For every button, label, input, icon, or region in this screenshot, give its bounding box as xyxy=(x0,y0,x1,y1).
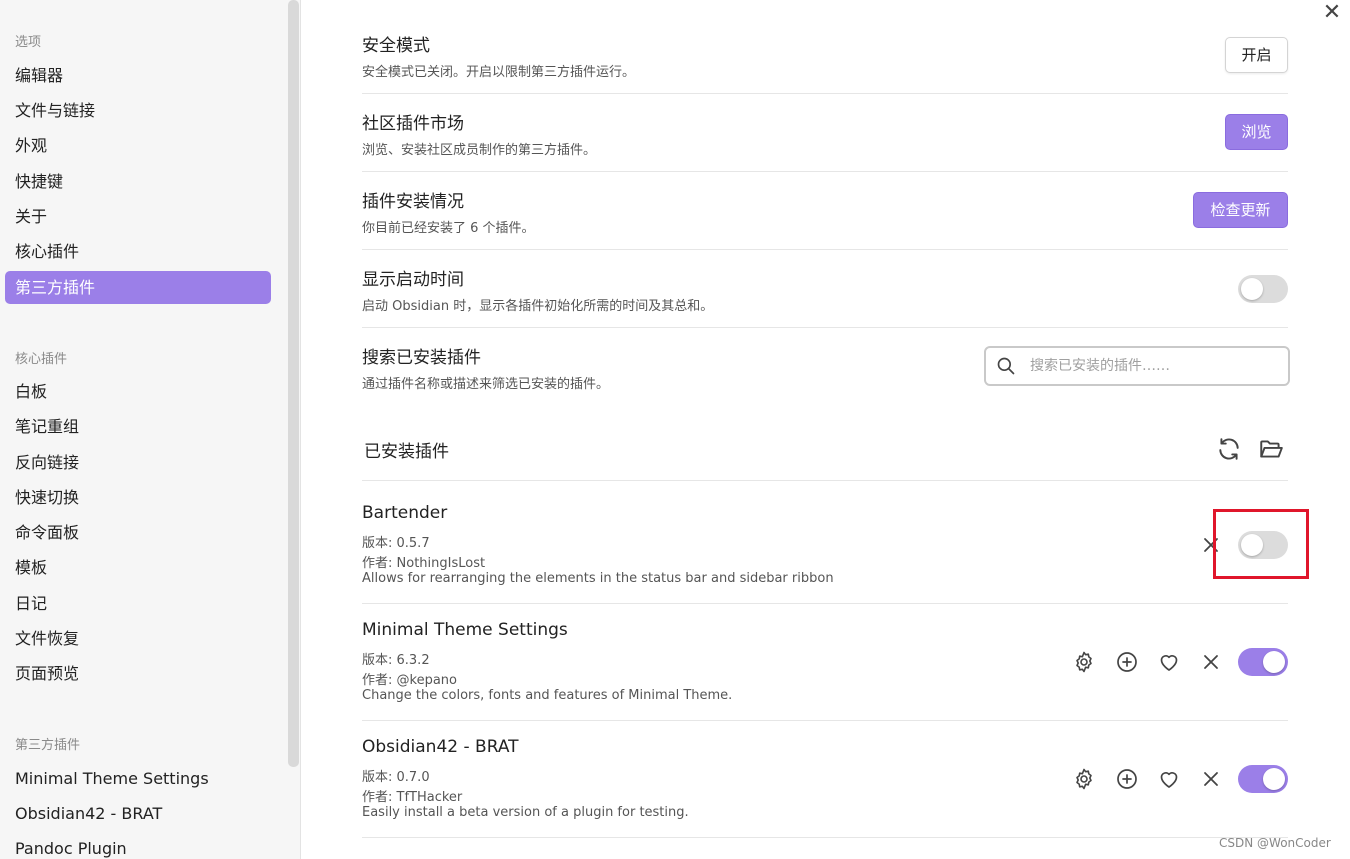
plugin-description: Allows for rearranging the elements in t… xyxy=(362,571,834,586)
sidebar-item-pandoc[interactable]: Pandoc Plugin xyxy=(5,832,271,859)
plugin-item-bartender: Bartender 版本: 0.5.7 作者: NothingIsLost Al… xyxy=(362,481,1288,604)
sidebar-item-quick-switcher[interactable]: 快速切换 xyxy=(5,481,271,514)
watermark: CSDN @WonCoder xyxy=(1219,836,1331,850)
installed-desc: 你目前已经安装了 6 个插件。 xyxy=(362,221,535,236)
heart-icon[interactable] xyxy=(1157,650,1181,674)
add-hotkey-icon[interactable] xyxy=(1115,767,1139,791)
check-updates-button[interactable]: 检查更新 xyxy=(1193,192,1288,228)
startup-title: 显示启动时间 xyxy=(362,270,464,290)
plugin-version: 版本: 6.3.2 xyxy=(362,653,430,668)
search-title: 搜索已安装插件 xyxy=(362,348,481,368)
sidebar-item-about[interactable]: 关于 xyxy=(5,200,271,233)
refresh-icon[interactable] xyxy=(1216,436,1242,462)
plugin-item-brat: Obsidian42 - BRAT 版本: 0.7.0 作者: TfTHacke… xyxy=(362,721,1288,838)
setting-community-market: 社区插件市场 浏览、安装社区成员制作的第三方插件。 浏览 xyxy=(362,94,1288,172)
search-icon xyxy=(997,357,1015,375)
setting-startup-time: 显示启动时间 启动 Obsidian 时，显示各插件初始化所需的时间及其总和。 xyxy=(362,250,1288,328)
plugin-item-minimal-theme-settings: Minimal Theme Settings 版本: 6.3.2 作者: @ke… xyxy=(362,604,1288,721)
plugin-name: Bartender xyxy=(362,503,448,523)
sidebar-item-backlinks[interactable]: 反向链接 xyxy=(5,446,271,479)
plugin-version: 版本: 0.5.7 xyxy=(362,536,430,551)
market-desc: 浏览、安装社区成员制作的第三方插件。 xyxy=(362,143,597,158)
plugin-author: 作者: NothingIsLost xyxy=(362,556,486,571)
third-party-header: 第三方插件 xyxy=(15,738,81,753)
browse-button[interactable]: 浏览 xyxy=(1225,114,1288,150)
sidebar-item-editor[interactable]: 编辑器 xyxy=(5,59,271,92)
sidebar-item-appearance[interactable]: 外观 xyxy=(5,129,271,162)
plugin-author: 作者: TfTHacker xyxy=(362,790,463,805)
plugin-author: 作者: @kepano xyxy=(362,673,457,688)
sidebar-item-community-plugins[interactable]: 第三方插件 xyxy=(5,271,271,304)
sidebar-item-command-palette[interactable]: 命令面板 xyxy=(5,516,271,549)
installed-title: 插件安装情况 xyxy=(362,192,464,212)
settings-content: 安全模式 安全模式已关闭。开启以限制第三方插件运行。 开启 社区插件市场 浏览、… xyxy=(302,0,1350,859)
options-header: 选项 xyxy=(15,35,42,50)
sidebar-item-daily-notes[interactable]: 日记 xyxy=(5,587,271,620)
sidebar-item-canvas[interactable]: 白板 xyxy=(5,375,271,408)
search-desc: 通过插件名称或描述来筛选已安装的插件。 xyxy=(362,377,610,392)
sidebar-item-page-preview[interactable]: 页面预览 xyxy=(5,657,271,690)
sidebar-item-hotkeys[interactable]: 快捷键 xyxy=(5,165,271,198)
plugin-description: Easily install a beta version of a plugi… xyxy=(362,805,689,820)
setting-installed-count: 插件安装情况 你目前已经安装了 6 个插件。 检查更新 xyxy=(362,172,1288,250)
plugin-name: Obsidian42 - BRAT xyxy=(362,737,519,757)
plugin-name: Minimal Theme Settings xyxy=(362,620,568,640)
uninstall-icon[interactable] xyxy=(1199,650,1223,674)
plugin-version: 版本: 0.7.0 xyxy=(362,770,430,785)
add-hotkey-icon[interactable] xyxy=(1115,650,1139,674)
sidebar-item-file-recovery[interactable]: 文件恢复 xyxy=(5,622,271,655)
gear-icon[interactable] xyxy=(1072,767,1096,791)
sidebar-item-files-links[interactable]: 文件与链接 xyxy=(5,94,271,127)
sidebar-item-minimal-theme-settings[interactable]: Minimal Theme Settings xyxy=(5,762,271,795)
gear-icon[interactable] xyxy=(1072,650,1096,674)
startup-desc: 启动 Obsidian 时，显示各插件初始化所需的时间及其总和。 xyxy=(362,299,714,314)
setting-safe-mode: 安全模式 安全模式已关闭。开启以限制第三方插件运行。 开启 xyxy=(362,22,1288,94)
search-input[interactable] xyxy=(1030,355,1280,377)
search-installed-field[interactable] xyxy=(984,346,1290,386)
highlight-box xyxy=(1213,509,1309,579)
safe-mode-desc: 安全模式已关闭。开启以限制第三方插件运行。 xyxy=(362,65,636,80)
plugin-enable-toggle[interactable] xyxy=(1238,765,1288,793)
sidebar-scrollbar[interactable] xyxy=(288,0,299,767)
uninstall-icon[interactable] xyxy=(1199,767,1223,791)
heart-icon[interactable] xyxy=(1157,767,1181,791)
settings-sidebar: 选项 编辑器 文件与链接 外观 快捷键 关于 核心插件 第三方插件 核心插件 白… xyxy=(0,0,301,859)
safe-mode-button[interactable]: 开启 xyxy=(1225,37,1288,73)
installed-section-title: 已安装插件 xyxy=(364,442,449,462)
startup-time-toggle[interactable] xyxy=(1238,275,1288,303)
core-plugins-header: 核心插件 xyxy=(15,352,68,367)
plugin-description: Change the colors, fonts and features of… xyxy=(362,688,733,703)
plugin-enable-toggle[interactable] xyxy=(1238,648,1288,676)
folder-open-icon[interactable] xyxy=(1258,436,1284,462)
sidebar-item-note-composer[interactable]: 笔记重组 xyxy=(5,410,271,443)
sidebar-item-templates[interactable]: 模板 xyxy=(5,551,271,584)
sidebar-item-core-plugins[interactable]: 核心插件 xyxy=(5,235,271,268)
market-title: 社区插件市场 xyxy=(362,114,464,134)
safe-mode-title: 安全模式 xyxy=(362,36,430,56)
sidebar-item-brat[interactable]: Obsidian42 - BRAT xyxy=(5,797,271,830)
